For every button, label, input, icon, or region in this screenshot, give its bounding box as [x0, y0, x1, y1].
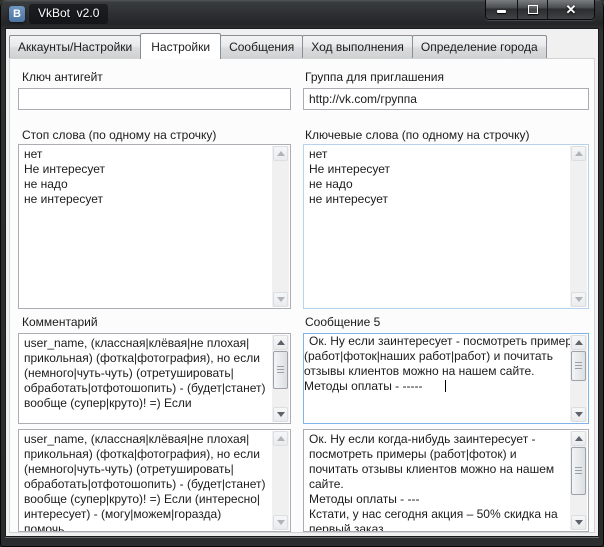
scroll-up-button[interactable]	[571, 146, 586, 161]
thumb-grip-icon	[575, 467, 582, 475]
maximize-button[interactable]	[518, 0, 548, 19]
scroll-up-button[interactable]	[571, 335, 586, 350]
scroll-down-button[interactable]	[571, 515, 586, 530]
close-button[interactable]: ✕	[548, 0, 594, 19]
arrow-down-icon	[277, 297, 285, 302]
key-words-textarea[interactable]: нет Не интересует не надо не интересует	[303, 144, 589, 309]
settings-tab-page: Ключ антигейт Группа для приглашения Сто…	[9, 58, 595, 533]
scroll-down-button[interactable]	[273, 407, 288, 422]
title-bar[interactable]: B VkBot v2.0 ✕	[0, 0, 604, 28]
text-caret	[445, 380, 446, 392]
comment-scrollbar[interactable]	[272, 335, 289, 422]
message5-scrollbar[interactable]	[570, 335, 587, 422]
tab-progress[interactable]: Ход выполнения	[302, 35, 413, 58]
stop-words-textarea[interactable]: нет Не интересует не надо не интересует	[18, 144, 291, 309]
comment-text: user_name, (классная|клёвая|не плохая|пр…	[19, 334, 290, 413]
scroll-up-button[interactable]	[273, 146, 288, 161]
scroll-down-button[interactable]	[273, 292, 288, 307]
key-words-text: нет Не интересует не надо не интересует	[304, 145, 588, 209]
scroll-down-button[interactable]	[571, 292, 586, 307]
key-words-label: Ключевые слова (по одному на строчку)	[305, 128, 530, 142]
message5-textarea[interactable]: Ок. Ну если заинтересует - посмотреть пр…	[303, 333, 589, 424]
tab-settings[interactable]: Настройки	[140, 33, 221, 59]
scroll-up-button[interactable]	[273, 335, 288, 350]
stop-words-text: нет Не интересует не надо не интересует	[19, 145, 290, 209]
scroll-thumb[interactable]	[273, 351, 288, 389]
arrow-down-icon	[575, 412, 583, 417]
invite-group-label: Группа для приглашения	[305, 70, 444, 84]
message5-alt-scrollbar[interactable]	[570, 431, 587, 530]
app-window: B VkBot v2.0 ✕ Аккаунты/Настройки Настро…	[0, 0, 604, 547]
arrow-up-icon	[575, 340, 583, 345]
client-area: Аккаунты/Настройки Настройки Сообщения Х…	[5, 28, 599, 537]
message5-alt-textarea[interactable]: Ок. Ну если когда-нибудь заинтересует - …	[303, 429, 589, 532]
minimize-button[interactable]	[486, 0, 518, 19]
antigate-key-input[interactable]	[18, 88, 291, 110]
thumb-grip-icon	[277, 366, 284, 374]
vk-logo-icon: B	[9, 6, 25, 22]
maximize-icon	[528, 5, 538, 14]
arrow-down-icon	[575, 297, 583, 302]
message5-alt-text: Ок. Ну если когда-нибудь заинтересует - …	[304, 430, 588, 532]
window-title: VkBot v2.0	[29, 4, 108, 24]
close-icon: ✕	[566, 3, 577, 16]
thumb-grip-icon	[575, 362, 582, 370]
arrow-up-icon	[575, 151, 583, 156]
scroll-up-button[interactable]	[571, 431, 586, 446]
minimize-icon	[497, 10, 506, 13]
tab-accounts-settings[interactable]: Аккаунты/Настройки	[9, 35, 141, 58]
scroll-thumb[interactable]	[571, 351, 586, 381]
stop-words-label: Стоп слова (по одному на строчку)	[22, 128, 216, 142]
arrow-up-icon	[575, 436, 583, 441]
arrow-up-icon	[277, 151, 285, 156]
key-words-scrollbar[interactable]	[570, 146, 587, 307]
scroll-down-button[interactable]	[273, 515, 288, 530]
comment-full-scrollbar[interactable]	[272, 431, 289, 530]
arrow-down-icon	[277, 520, 285, 525]
tab-messages[interactable]: Сообщения	[220, 35, 303, 58]
arrow-up-icon	[277, 436, 285, 441]
tab-strip: Аккаунты/Настройки Настройки Сообщения Х…	[9, 32, 595, 58]
stop-words-scrollbar[interactable]	[272, 146, 289, 307]
invite-group-input[interactable]	[303, 88, 589, 110]
window-controls: ✕	[485, 0, 595, 20]
comment-textarea[interactable]: user_name, (классная|клёвая|не плохая|пр…	[18, 333, 291, 424]
message5-label: Сообщение 5	[305, 315, 380, 329]
scroll-down-button[interactable]	[571, 407, 586, 422]
arrow-down-icon	[277, 412, 285, 417]
tab-city-detection[interactable]: Определение города	[412, 35, 547, 58]
scroll-up-button[interactable]	[273, 431, 288, 446]
scroll-thumb[interactable]	[571, 447, 586, 495]
antigate-key-label: Ключ антигейт	[22, 70, 103, 84]
comment-full-textarea[interactable]: user_name, (классная|клёвая|не плохая|пр…	[18, 429, 291, 532]
comment-full-text: user_name, (классная|клёвая|не плохая|пр…	[19, 430, 290, 532]
arrow-up-icon	[277, 340, 285, 345]
comment-label: Комментарий	[22, 315, 98, 329]
arrow-down-icon	[575, 520, 583, 525]
